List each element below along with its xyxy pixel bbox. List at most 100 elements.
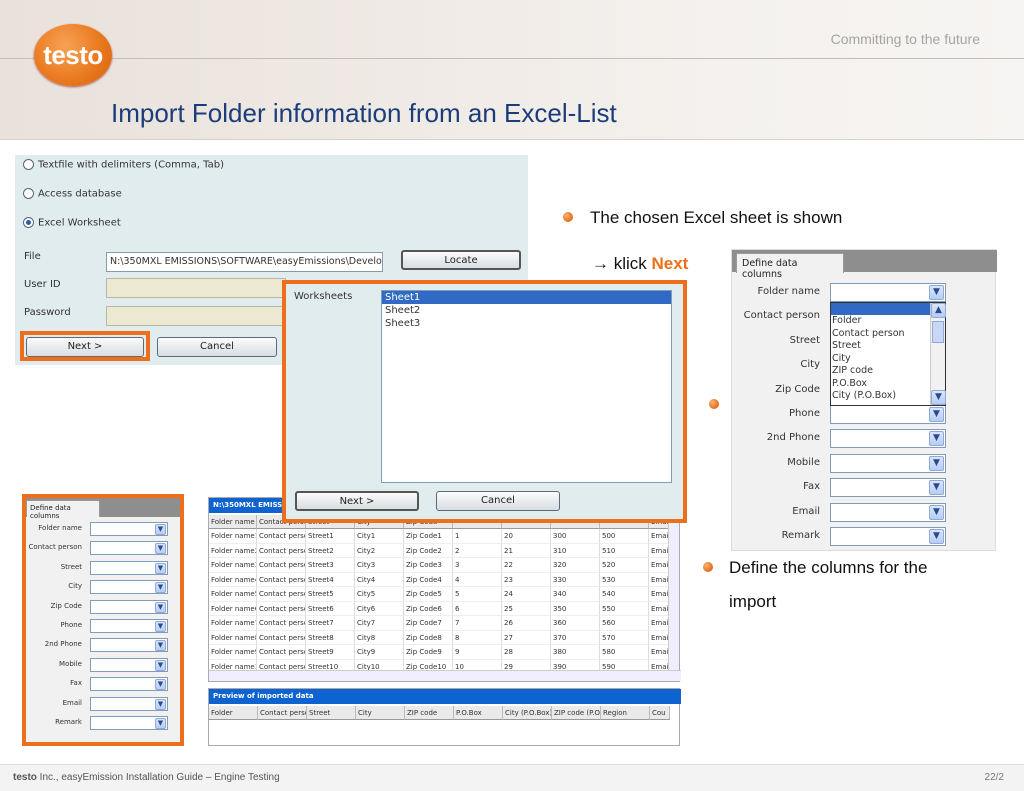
table-row: Folder name2 Contact perso Street2 City2 Zip… [209,543,669,558]
scroll-thumb[interactable] [932,321,944,343]
table-cell: City9 [355,645,404,660]
table-cell: 6 [453,601,502,616]
table-row: Folder name9 Contact perso Street9 City9 Zip… [209,645,669,660]
columns-highlight-small [22,494,184,746]
chevron-down-icon[interactable]: ▼ [929,529,944,544]
dropdown-option[interactable]: City [831,353,945,366]
option-excel[interactable]: Excel Worksheet [23,217,121,229]
scroll-down-icon[interactable]: ▼ [931,390,946,405]
table-cell: 500 [600,529,649,544]
chevron-down-icon[interactable]: ▼ [929,431,944,447]
next-highlight-text: Next [651,254,689,273]
preview-title: Preview of imported data [209,689,681,704]
column-select[interactable]: ▼ [830,478,946,498]
table-cell: City8 [355,630,404,645]
column-select[interactable]: ▼ [830,405,946,424]
table-cell: Zip Code8 [404,630,453,645]
preview-column-header[interactable]: Folder [209,706,258,720]
table-cell: Street3 [306,558,355,573]
preview-column-header[interactable]: Region [601,706,650,720]
preview-column-header[interactable]: Cou [650,706,670,720]
table-cell: Contact perso [257,645,306,660]
table-cell: Emai [649,601,669,616]
dropdown-scrollbar[interactable]: ▲ ▼ [930,303,946,405]
column-select[interactable]: ▼ [830,453,946,473]
dropdown-option[interactable]: Contact person [831,328,945,341]
table-cell: City3 [355,558,404,573]
table-cell: 23 [502,572,551,587]
password-label: Password [24,307,71,318]
radio-icon[interactable] [23,159,34,170]
field-label: Phone [789,408,820,419]
table-cell: 510 [600,543,649,558]
table-cell: Street9 [306,645,355,660]
cancel-button[interactable]: Cancel [157,337,277,357]
table-cell: 580 [600,645,649,660]
table-cell: City1 [355,529,404,544]
radio-selected-icon[interactable] [23,217,34,228]
column-header[interactable]: Folder name [209,515,257,529]
table-cell: Contact perso [257,543,306,558]
table-cell: 1 [453,529,502,544]
scroll-up-icon[interactable]: ▲ [931,303,946,318]
column-select[interactable]: ▼ [830,283,946,302]
dropdown-option[interactable]: Street [831,340,945,353]
table-cell: Street5 [306,587,355,602]
option-access[interactable]: Access database [23,188,122,200]
table-cell: Contact perso [257,630,306,645]
table-cell: 530 [600,572,649,587]
preview-column-header[interactable]: ZIP code [405,706,454,720]
preview-column-header[interactable]: Street [307,706,356,720]
radio-icon[interactable] [23,188,34,199]
grid-vscroll[interactable] [668,515,679,670]
table-row: Folder name4 Contact perso Street4 City4 Zip… [209,572,669,587]
table-cell: Folder name5 [209,587,257,602]
next-button[interactable]: Next > [26,337,144,357]
dropdown-blank-selected[interactable] [831,303,945,315]
field-label: 2nd Phone [766,432,820,444]
table-cell: Emai [649,529,669,544]
table-cell: 22 [502,558,551,573]
column-select[interactable]: ▼ [830,429,946,449]
footer-text: testo Inc., easyEmission Installation Gu… [13,772,280,783]
preview-column-header[interactable]: P.O.Box [454,706,503,720]
grid-hscroll[interactable] [209,670,681,681]
column-dropdown-list[interactable]: Folder Contact person Street City ZIP code P.… [830,302,946,406]
dropdown-option[interactable]: City (P.O.Box) [831,390,945,403]
chevron-down-icon[interactable]: ▼ [929,407,944,422]
bullet-icon [563,212,573,222]
table-cell: 330 [551,572,600,587]
chevron-down-icon[interactable]: ▼ [929,504,944,520]
column-select[interactable]: ▼ [830,527,946,546]
preview-column-header[interactable]: City [356,706,405,720]
table-cell: 2 [453,543,502,558]
table-cell: Contact perso [257,572,306,587]
table-row: Folder name6 Contact perso Street6 City6 Zip… [209,601,669,616]
preview-column-header[interactable]: City (P.O.Box) [503,706,552,720]
column-select[interactable]: ▼ [830,502,946,522]
preview-column-header[interactable]: ZIP code (P.O [552,706,601,720]
bullet-icon [703,562,713,572]
preview-column-header[interactable]: Contact perso [258,706,307,720]
table-cell: Emai [649,645,669,660]
dropdown-option[interactable]: Folder [831,315,945,328]
table-cell: Emai [649,630,669,645]
chevron-down-icon[interactable]: ▼ [929,285,944,300]
field-label: Zip Code [775,383,820,395]
file-path-field[interactable]: N:\350MXL EMISSIONS\SOFTWARE\easyEmissio… [106,252,383,272]
dropdown-option[interactable]: P.O.Box [831,378,945,391]
arrow-text: → klick [592,254,652,273]
table-cell: Zip Code5 [404,587,453,602]
locate-button[interactable]: Locate [401,250,521,270]
tab-define-columns[interactable]: Define data columns [736,253,844,280]
excel-data-grid: N:\350MXL EMISSI Folder nameContact pers… [208,497,681,682]
table-row: Folder name5 Contact perso Street5 City5 Zip… [209,587,669,602]
table-cell: 540 [600,587,649,602]
chevron-down-icon[interactable]: ▼ [929,455,944,471]
option-textfile[interactable]: Textfile with delimiters (Comma, Tab) [23,159,224,171]
chevron-down-icon[interactable]: ▼ [929,480,944,496]
userid-field[interactable] [106,278,286,298]
dropdown-option[interactable]: ZIP code [831,365,945,378]
table-row: Folder name1 Contact perso Street1 City1 Zip… [209,529,669,544]
password-field[interactable] [106,306,286,326]
